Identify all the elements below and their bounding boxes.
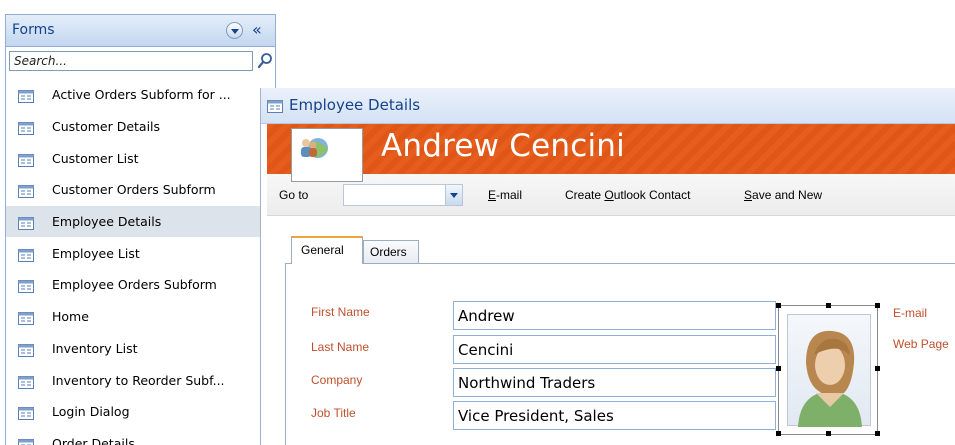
resize-handle[interactable] bbox=[826, 303, 831, 308]
resize-handle[interactable] bbox=[776, 366, 781, 371]
chevron-down-icon[interactable] bbox=[226, 22, 243, 39]
nav-item-label: Employee Orders Subform bbox=[52, 277, 217, 293]
nav-item-label: Customer Details bbox=[52, 119, 161, 135]
nav-item[interactable]: Customer Details bbox=[6, 111, 275, 143]
job-title-field[interactable]: Vice President, Sales bbox=[453, 401, 776, 430]
resize-handle[interactable] bbox=[776, 431, 781, 436]
nav-item[interactable]: Customer List bbox=[6, 142, 275, 174]
nav-title[interactable]: Forms bbox=[12, 22, 55, 38]
form-icon bbox=[18, 215, 34, 231]
nav-item[interactable]: Login Dialog bbox=[6, 396, 275, 428]
form-header-banner: Andrew Cencini bbox=[267, 124, 955, 182]
employee-photo-frame[interactable] bbox=[776, 303, 880, 436]
navigation-pane: Forms « Active Orders Subform for ... Cus… bbox=[5, 14, 276, 445]
chevron-down-icon[interactable] bbox=[445, 185, 462, 205]
company-label: Company bbox=[311, 373, 363, 387]
tab-general[interactable]: General bbox=[291, 236, 363, 264]
company-field[interactable]: Northwind Traders bbox=[453, 368, 776, 397]
first-name-label: First Name bbox=[311, 305, 370, 319]
nav-item[interactable]: Employee Details bbox=[6, 205, 275, 238]
nav-form-list: Active Orders Subform for ... Customer De… bbox=[6, 79, 275, 445]
form-icon bbox=[18, 152, 34, 167]
employee-name-title: Andrew Cencini bbox=[381, 128, 625, 164]
collapse-double-chevron-icon[interactable]: « bbox=[252, 20, 262, 39]
nav-item-label: Inventory to Reorder Subf... bbox=[52, 372, 225, 388]
window-titlebar[interactable]: Employee Details bbox=[261, 88, 955, 124]
resize-handle[interactable] bbox=[875, 366, 880, 371]
nav-item-label: Customer Orders Subform bbox=[52, 182, 216, 198]
command-bar: Go to E-mail Create Outlook Contact Save… bbox=[267, 174, 955, 216]
person-photo-icon bbox=[787, 314, 871, 427]
nav-item[interactable]: Active Orders Subform for ... bbox=[6, 79, 275, 111]
form-icon bbox=[18, 405, 34, 421]
tab-orders[interactable]: Orders bbox=[363, 240, 419, 264]
nav-item-label: Customer List bbox=[52, 150, 139, 166]
nav-item[interactable]: Customer Orders Subform bbox=[6, 174, 275, 206]
form-icon bbox=[18, 437, 34, 445]
form-icon bbox=[18, 374, 34, 389]
last-name-field[interactable]: Cencini bbox=[453, 335, 776, 364]
employee-group-icon bbox=[291, 128, 363, 182]
form-icon bbox=[18, 120, 34, 136]
search-input[interactable] bbox=[9, 51, 253, 71]
email-label: E-mail bbox=[893, 306, 928, 320]
nav-item-label: Order Details bbox=[52, 435, 135, 445]
form-icon bbox=[267, 98, 283, 117]
form-icon bbox=[18, 88, 34, 104]
form-icon bbox=[18, 278, 34, 294]
nav-header: Forms « bbox=[6, 15, 275, 47]
window-title: Employee Details bbox=[289, 96, 421, 114]
nav-item-label: Inventory List bbox=[52, 340, 138, 356]
nav-item-label: Employee List bbox=[52, 245, 140, 261]
job-title-label: Job Title bbox=[311, 406, 356, 420]
resize-handle[interactable] bbox=[875, 303, 880, 308]
nav-item-label: Home bbox=[52, 309, 89, 325]
form-icon bbox=[18, 183, 34, 199]
nav-item-label: Login Dialog bbox=[52, 404, 130, 420]
form-icon bbox=[18, 310, 34, 326]
form-icon bbox=[18, 247, 34, 262]
nav-item[interactable]: Employee Orders Subform bbox=[6, 269, 275, 301]
resize-handle[interactable] bbox=[875, 431, 880, 436]
nav-item[interactable]: Home bbox=[6, 301, 275, 333]
web-page-label: Web Page bbox=[893, 337, 949, 351]
email-link[interactable]: E-mail bbox=[488, 188, 522, 202]
nav-item-label: Employee Details bbox=[52, 214, 162, 230]
app-root: Forms « Active Orders Subform for ... Cus… bbox=[0, 0, 955, 445]
last-name-label: Last Name bbox=[311, 340, 370, 354]
nav-item[interactable]: Employee List bbox=[6, 237, 275, 269]
resize-handle[interactable] bbox=[826, 431, 831, 436]
goto-label: Go to bbox=[279, 188, 309, 202]
first-name-field[interactable]: Andrew bbox=[453, 301, 776, 330]
nav-item[interactable]: Inventory to Reorder Subf... bbox=[6, 364, 275, 396]
nav-item[interactable]: Inventory List bbox=[6, 333, 275, 365]
tab-orders-label: Orders bbox=[370, 245, 407, 259]
nav-item[interactable]: Order Details bbox=[6, 428, 275, 445]
form-icon bbox=[18, 342, 34, 357]
create-outlook-contact-link[interactable]: Create Outlook Contact bbox=[565, 188, 690, 202]
save-and-new-link[interactable]: Save and New bbox=[744, 188, 822, 202]
resize-handle[interactable] bbox=[776, 303, 781, 308]
nav-item-label: Active Orders Subform for ... bbox=[52, 87, 231, 103]
search-icon[interactable] bbox=[257, 52, 273, 70]
tab-general-label: General bbox=[301, 243, 344, 257]
nav-search-bar bbox=[6, 49, 275, 73]
